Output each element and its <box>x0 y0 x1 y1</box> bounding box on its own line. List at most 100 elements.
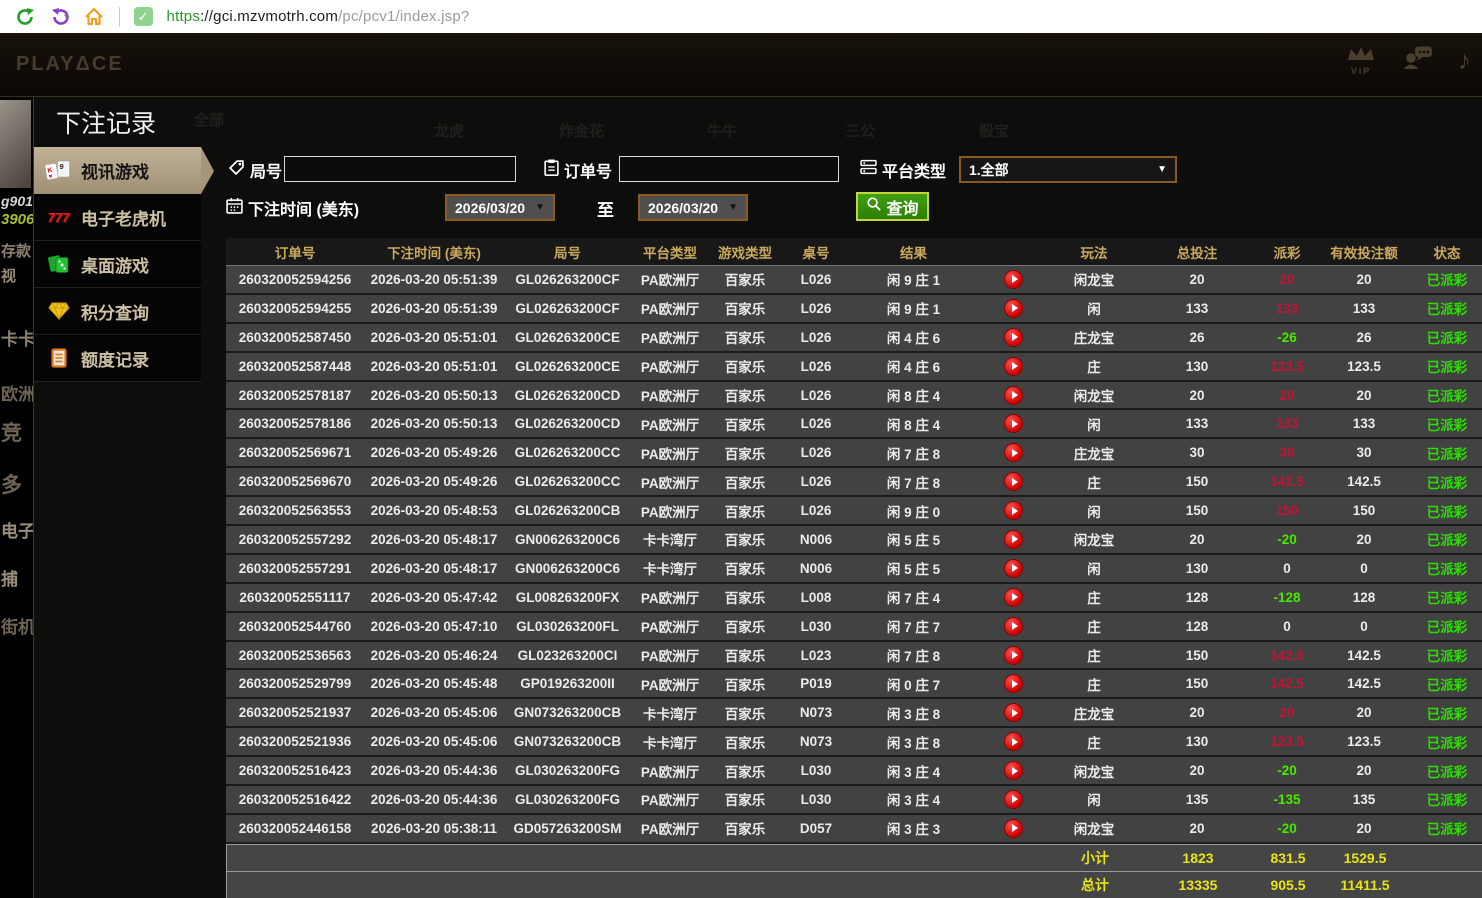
customer-service-icon[interactable] <box>1402 45 1434 76</box>
cell-payout: 142.5 <box>1270 474 1304 490</box>
replay-play-button[interactable] <box>1005 617 1022 635</box>
cell-round: GD057263200SM <box>513 820 622 836</box>
cell-replay <box>976 497 1051 524</box>
sidebar-item-points[interactable]: 积分查询 <box>34 288 201 335</box>
cell-totalBet: 20 <box>1189 387 1205 403</box>
platform-type-label-text: 平台类型 <box>882 164 947 181</box>
cell-round: GL023263200CI <box>517 647 618 663</box>
replay-play-button[interactable] <box>1005 588 1022 606</box>
cell-play: 庄 <box>1087 677 1101 693</box>
cell-game: 百家乐 <box>724 764 766 780</box>
replay-play-button[interactable] <box>1005 270 1022 288</box>
cell-result: 闲 7 庄 8 <box>886 649 941 665</box>
total-row-empty <box>632 872 710 898</box>
platform-type-label: 平台类型 <box>860 158 946 182</box>
replay-play-button[interactable] <box>1005 675 1022 693</box>
cell-tableNo: L026 <box>800 416 832 432</box>
replay-play-button[interactable] <box>1005 357 1022 375</box>
cell-tableNo: L026 <box>800 358 832 374</box>
replay-play-button[interactable] <box>1005 502 1022 520</box>
search-button[interactable]: 查询 <box>856 192 929 221</box>
platform-type-select[interactable]: 1.全部 ▼ <box>959 156 1177 183</box>
replay-play-button[interactable] <box>1005 646 1022 664</box>
date-from-select[interactable]: 2026/03/20 ▼ <box>445 194 555 221</box>
cell-status: 已派彩 <box>1426 360 1468 376</box>
replay-play-button[interactable] <box>1005 559 1022 577</box>
cell-tableNo: L030 <box>800 618 832 634</box>
url-field[interactable]: https://gci.mzvmotrh.com/pc/pcv1/index.j… <box>167 8 470 25</box>
cell-replay <box>976 526 1051 553</box>
sidebar-item-table-games[interactable]: 桌面游戏 <box>34 241 201 288</box>
cell-payout: 30 <box>1279 445 1295 461</box>
round-number-input[interactable] <box>284 156 516 182</box>
total-row-empty <box>782 872 852 898</box>
subtotal-row-payout: 831.5 <box>1270 849 1306 866</box>
table-row: 260320052594255 2026-03-20 05:51:39 GL0262… <box>226 294 1482 324</box>
vip-button[interactable]: VIP <box>1344 46 1378 76</box>
cell-totalBet: 130 <box>1185 358 1209 374</box>
table-row: 260320052587450 2026-03-20 05:51:01 GL0262… <box>226 323 1482 353</box>
cell-tableNo: D057 <box>799 820 833 836</box>
replay-play-button[interactable] <box>1005 299 1022 317</box>
col-header-status: 状态 <box>1433 245 1461 261</box>
replay-play-button[interactable] <box>1005 733 1022 751</box>
cell-play: 闲 <box>1087 417 1101 433</box>
cell-platform: 卡卡湾厅 <box>643 562 697 578</box>
cell-tableNo: L026 <box>800 474 832 490</box>
url-path: /pc/pcv1/index.jsp? <box>338 8 470 25</box>
cell-tableNo: L023 <box>800 647 832 663</box>
cell-game: 百家乐 <box>724 331 766 347</box>
total-row: 总计 13335 905.5 11411.5 <box>226 870 1482 898</box>
cell-payout: 20 <box>1279 271 1295 287</box>
cell-play: 闲 <box>1087 793 1101 809</box>
cell-payout: 133 <box>1275 300 1299 316</box>
table-header-row: 订单号 下注时间 (美东) 局号 平台类型 游戏类型 桌号 结果 玩法 总投注 派彩 有效投注额 状态 <box>226 238 1482 266</box>
date-to-select[interactable]: 2026/03/20 ▼ <box>638 194 748 221</box>
order-number-input[interactable] <box>619 156 839 182</box>
back-dropdown-caret[interactable]: ▾ <box>64 11 69 22</box>
cell-game: 百家乐 <box>724 360 766 376</box>
home-icon[interactable] <box>83 6 105 28</box>
cell-totalBet: 20 <box>1189 705 1205 721</box>
replay-play-button[interactable] <box>1005 444 1022 462</box>
replay-play-button[interactable] <box>1005 386 1022 404</box>
col-header-validBet: 有效投注额 <box>1330 245 1398 261</box>
cell-time: 2026-03-20 05:49:26 <box>370 474 498 490</box>
cell-round: GL030263200FL <box>516 618 619 634</box>
cell-tableNo: N073 <box>799 734 833 750</box>
bg-deposit-fragment: 存款 <box>1 243 32 260</box>
cell-totalBet: 20 <box>1189 531 1205 547</box>
cell-platform: PA欧洲厅 <box>640 360 700 376</box>
sidebar-item-quota-records[interactable]: 额度记录 <box>34 335 201 382</box>
sidebar-item-slots[interactable]: 777 电子老虎机 <box>34 194 201 241</box>
replay-play-button[interactable] <box>1005 415 1022 433</box>
replay-play-button[interactable] <box>1005 530 1022 548</box>
vip-label: VIP <box>1350 65 1372 76</box>
subtotal-row-empty <box>365 845 505 871</box>
cell-replay <box>976 786 1051 813</box>
security-shield-icon[interactable]: ✓ <box>133 7 153 26</box>
table-row: 260320052516423 2026-03-20 05:44:36 GL0302… <box>226 757 1482 787</box>
ghost-nav-item: 骰宝 <box>979 123 1010 140</box>
replay-play-button[interactable] <box>1005 704 1022 722</box>
replay-play-button[interactable] <box>1005 790 1022 808</box>
cell-payout: -20 <box>1277 531 1297 547</box>
cell-round: GL030263200FG <box>514 763 621 779</box>
subtotal-row-label: 小计 <box>1081 849 1109 866</box>
cell-status: 已派彩 <box>1426 331 1468 347</box>
sidebar-item-label: 电子老虎机 <box>81 209 166 229</box>
cell-order: 260320052516422 <box>238 791 352 807</box>
music-icon[interactable]: ♪ <box>1458 45 1476 76</box>
cell-result: 闲 4 庄 6 <box>886 360 941 376</box>
replay-play-button[interactable] <box>1005 762 1022 780</box>
cell-totalBet: 128 <box>1185 589 1209 605</box>
cell-game: 百家乐 <box>724 389 766 404</box>
cell-validBet: 135 <box>1352 791 1376 807</box>
replay-play-button[interactable] <box>1005 819 1022 837</box>
table-row: 260320052569670 2026-03-20 05:49:26 GL0262… <box>226 468 1482 498</box>
table-row: 260320052569671 2026-03-20 05:49:26 GL0262… <box>226 439 1482 469</box>
reload-icon[interactable] <box>14 6 36 28</box>
replay-play-button[interactable] <box>1005 328 1022 346</box>
replay-play-button[interactable] <box>1005 473 1022 491</box>
sidebar-item-live-games[interactable]: K ♥ 9 视讯游戏 <box>34 147 214 194</box>
